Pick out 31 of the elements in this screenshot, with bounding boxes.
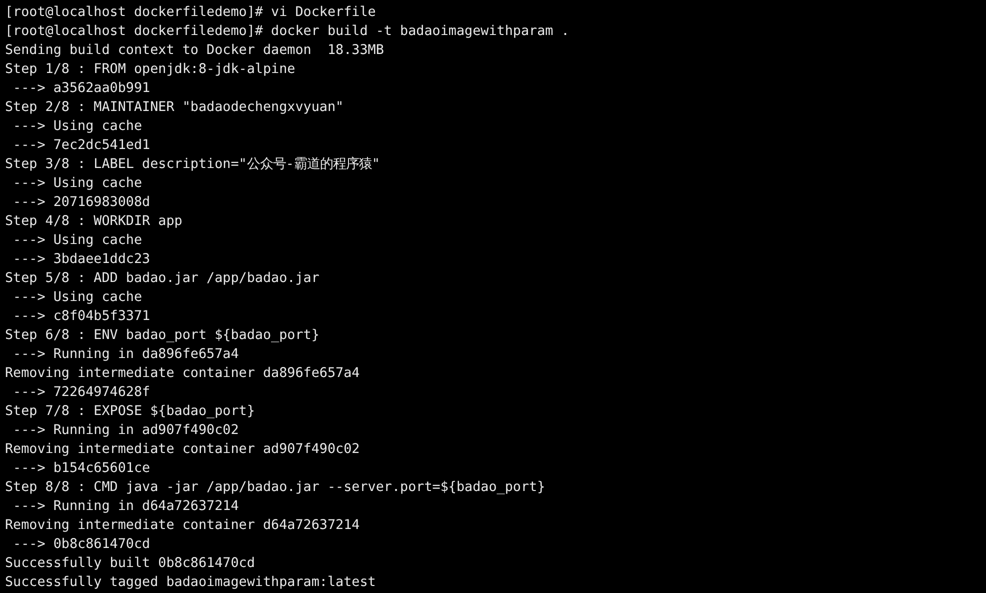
terminal-line: ---> 3bdaee1ddc23 — [12, 251, 150, 269]
terminal-line: Step 5/8 : ADD badao.jar /app/badao.jar — [5, 270, 320, 288]
terminal-line: Step 8/8 : CMD java -jar /app/badao.jar --server.port=${badao_port} — [5, 479, 546, 497]
terminal-line: ---> Using cache — [12, 118, 142, 136]
terminal-line: [root@localhost dockerfiledemo]# docker build -t badaoimagewithparam . — [5, 23, 570, 41]
terminal-line: Step 3/8 : LABEL description="公众号-霸道的程序猿" — [5, 156, 380, 174]
terminal-line: ---> Using cache — [12, 289, 142, 307]
terminal-line: Step 7/8 : EXPOSE ${badao_port} — [5, 403, 255, 421]
terminal-line: Sending build context to Docker daemon 18.33MB — [5, 42, 384, 60]
terminal-line: ---> Using cache — [12, 175, 142, 193]
terminal-line: Step 4/8 : WORKDIR app — [5, 213, 182, 231]
terminal-line: ---> Using cache — [12, 232, 142, 250]
terminal-line: Removing intermediate container da896fe657a4 — [5, 365, 360, 383]
terminal-line: Successfully built 0b8c861470cd — [5, 555, 255, 573]
terminal-line: ---> 72264974628f — [12, 384, 150, 402]
terminal-line: [root@localhost dockerfiledemo]# vi Dockerfile — [5, 4, 376, 22]
terminal-line: Step 2/8 : MAINTAINER "badaodechengxvyuan" — [5, 99, 344, 117]
terminal-line: ---> Running in d64a72637214 — [12, 498, 239, 516]
terminal-line: Step 6/8 : ENV badao_port ${badao_port} — [5, 327, 320, 345]
terminal-line: Successfully tagged badaoimagewithparam:latest — [5, 574, 376, 592]
terminal-line: ---> Running in da896fe657a4 — [12, 346, 239, 364]
terminal-line: ---> 20716983008d — [12, 194, 150, 212]
terminal-line: Removing intermediate container d64a72637214 — [5, 517, 360, 535]
terminal-line: ---> 0b8c861470cd — [12, 536, 150, 554]
terminal-line: Step 1/8 : FROM openjdk:8-jdk-alpine — [5, 61, 296, 79]
terminal-line: Removing intermediate container ad907f490c02 — [5, 441, 360, 459]
terminal-line: ---> Running in ad907f490c02 — [12, 422, 239, 440]
terminal-line: ---> c8f04b5f3371 — [12, 308, 150, 326]
terminal-line: ---> b154c65601ce — [12, 460, 150, 478]
terminal-line: ---> a3562aa0b991 — [12, 80, 150, 98]
terminal-line: ---> 7ec2dc541ed1 — [12, 137, 150, 155]
